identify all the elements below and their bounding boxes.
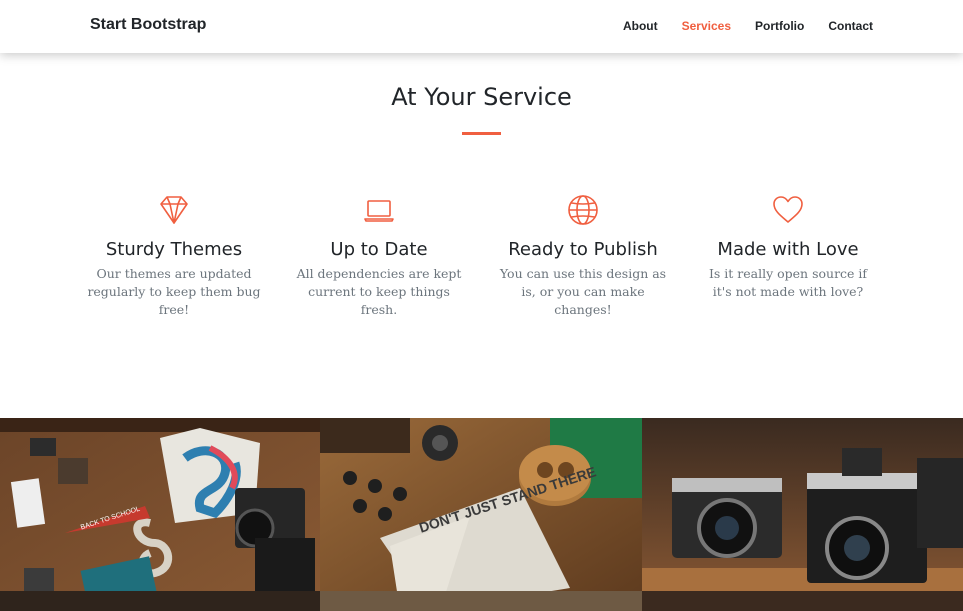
service-sturdy-themes: Sturdy Themes Our themes are updated reg… [84,193,264,319]
nav-link-portfolio[interactable]: Portfolio [755,19,804,33]
nav-link-about[interactable]: About [623,19,658,33]
nav-link-services[interactable]: Services [682,19,731,33]
brand-link[interactable]: Start Bootstrap [90,16,206,34]
service-ready-to-publish: Ready to Publish You can use this design… [493,193,673,319]
service-heading: Made with Love [717,239,859,260]
service-made-with-love: Made with Love Is it really open source … [698,193,878,301]
service-text: Our themes are updated regularly to keep… [87,266,261,317]
service-heading: Ready to Publish [508,239,658,260]
service-text: You can use this design as is, or you ca… [499,266,667,317]
portfolio-item-6[interactable] [642,591,963,611]
laptop-icon [364,200,394,222]
heart-icon [773,196,803,223]
portfolio-item-1[interactable]: BACK TO SCHOOL [0,418,320,611]
portfolio-item-5[interactable] [320,591,642,611]
nav-link-contact[interactable]: Contact [828,19,873,33]
portfolio-item-4[interactable] [0,591,320,611]
service-text: All dependencies are kept current to kee… [296,266,462,317]
service-text: Is it really open source if it's not mad… [708,266,868,299]
diamond-icon [160,196,188,224]
service-heading: Up to Date [330,239,428,260]
navbar: Start Bootstrap About Services Portfolio… [0,0,963,53]
section-divider [462,132,501,135]
section-title: At Your Service [391,83,572,111]
service-up-to-date: Up to Date All dependencies are kept cur… [289,193,469,319]
portfolio-image-3 [642,418,963,611]
nav-links: About Services Portfolio Contact [623,19,873,33]
portfolio-image-2: DON'T JUST STAND THERE [320,418,642,611]
portfolio-item-3[interactable] [642,418,963,611]
service-heading: Sturdy Themes [105,239,243,260]
portfolio-image-1: BACK TO SCHOOL [0,418,320,611]
portfolio-item-2[interactable]: DON'T JUST STAND THERE [320,418,642,611]
services-section: At Your Service Sturdy Themes Our themes… [0,53,963,418]
portfolio-section: BACK TO SCHOOL DON'T JUST STAND THERE [0,418,963,611]
globe-icon [568,195,598,225]
